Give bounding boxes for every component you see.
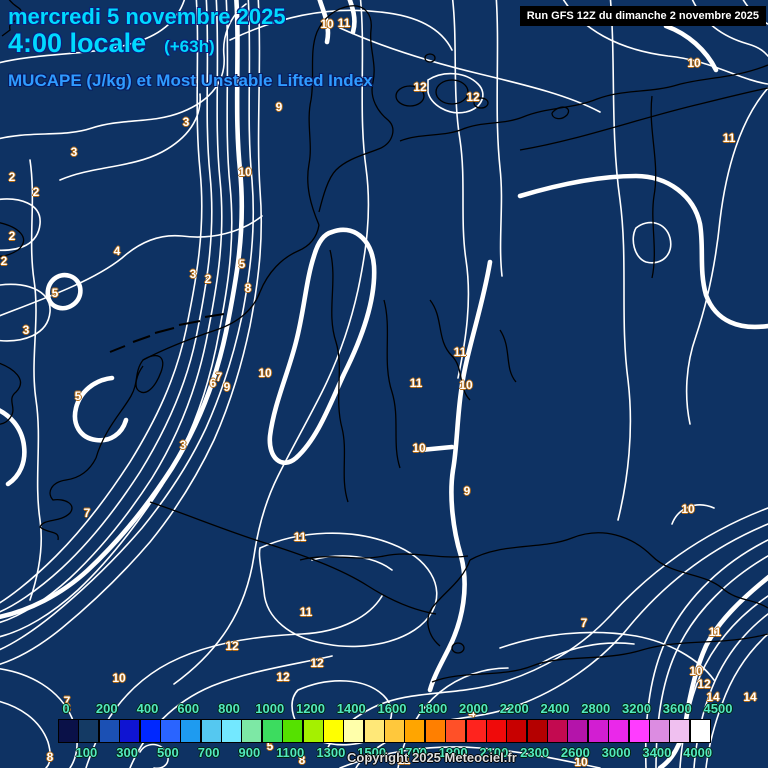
model-run-info: Run GFS 12Z du dimanche 2 novembre 2025 (519, 6, 766, 26)
weather-map (0, 0, 768, 768)
sea-background (0, 0, 768, 768)
copyright-text: Copyright 2025 Meteociel.fr (347, 750, 517, 765)
weather-map-screenshot: 10 11 12 12 10 11 9 10 3 3 2 2 2 2 5 3 4 3 2 5 8 7 6 9 5 3 10 11 11 1… (0, 0, 768, 768)
